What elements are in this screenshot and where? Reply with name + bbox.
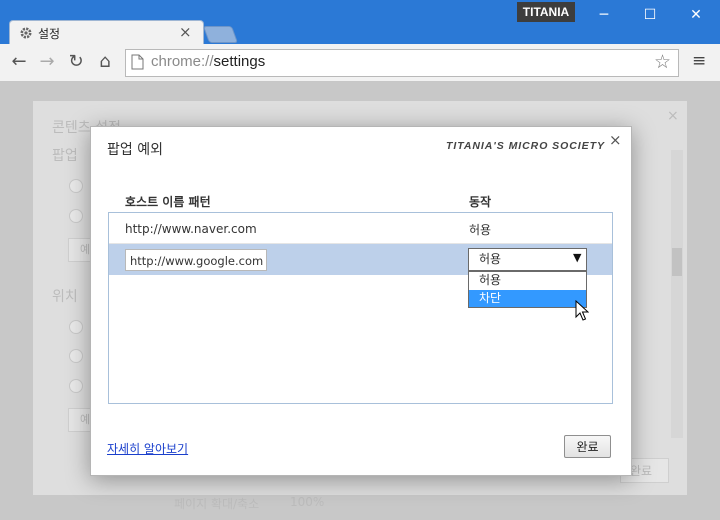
- url-text[interactable]: chrome://settings: [151, 53, 265, 70]
- zoom-value[interactable]: 100%: [290, 495, 324, 509]
- row-action: 허용: [469, 223, 492, 237]
- location-radio-2[interactable]: [69, 349, 83, 363]
- url-scheme: chrome://: [151, 53, 214, 70]
- location-exceptions-label: 예: [80, 413, 91, 426]
- maximize-icon[interactable]: ☐: [627, 0, 673, 30]
- background-close-icon[interactable]: ×: [667, 108, 679, 124]
- done-button[interactable]: 완료: [564, 435, 611, 458]
- learn-more-link[interactable]: 자세히 알아보기: [107, 440, 188, 457]
- row-host: http://www.naver.com: [125, 222, 257, 236]
- tab-close-icon[interactable]: ×: [179, 23, 192, 41]
- dialog-title: 팝업 예외: [107, 142, 163, 158]
- chevron-down-icon: ▼: [573, 251, 582, 264]
- watermark-logo: TITANIA'S MICRO SOCIETY: [446, 140, 605, 151]
- url-path: settings: [213, 53, 266, 70]
- tab-title: 설정: [38, 27, 61, 41]
- column-header-action: 동작: [469, 195, 492, 209]
- back-icon[interactable]: ←: [8, 51, 30, 73]
- host-pattern-input[interactable]: http://www.google.com: [125, 249, 267, 271]
- new-tab-button[interactable]: [202, 26, 239, 43]
- bookmark-star-icon[interactable]: ☆: [654, 51, 671, 73]
- close-window-icon[interactable]: ✕: [673, 0, 719, 30]
- dialog-close-icon[interactable]: ×: [609, 131, 622, 149]
- profile-badge[interactable]: TITANIA: [517, 2, 575, 22]
- location-radio-1[interactable]: [69, 320, 83, 334]
- minimize-icon[interactable]: ─: [581, 0, 627, 30]
- location-section-label: 위치: [52, 289, 78, 305]
- reload-icon[interactable]: ↻: [65, 51, 87, 73]
- popup-section-label: 팝업: [52, 148, 78, 164]
- action-select[interactable]: 허용: [468, 248, 587, 271]
- popup-radio-allow[interactable]: [69, 179, 83, 193]
- page-icon: [131, 54, 144, 70]
- watermark-text: TITANIA'S MICRO SOCIETY: [446, 140, 605, 151]
- background-scrollbar[interactable]: [671, 150, 683, 438]
- dropdown-option-block[interactable]: 차단: [469, 290, 586, 307]
- mouse-cursor-icon: [575, 300, 589, 321]
- location-radio-3[interactable]: [69, 379, 83, 393]
- menu-icon[interactable]: ≡: [692, 51, 706, 71]
- zoom-label: 페이지 확대/축소: [174, 497, 260, 511]
- background-scrollbar-thumb[interactable]: [672, 248, 682, 276]
- column-header-host: 호스트 이름 패턴: [125, 195, 211, 209]
- gear-icon: [20, 27, 32, 39]
- dropdown-option-allow[interactable]: 허용: [469, 272, 586, 289]
- background-done-label: 완료: [630, 464, 653, 478]
- forward-icon[interactable]: →: [36, 51, 58, 73]
- popup-exceptions-label: 예: [80, 243, 91, 256]
- home-icon[interactable]: ⌂: [94, 51, 116, 73]
- popup-radio-block[interactable]: [69, 209, 83, 223]
